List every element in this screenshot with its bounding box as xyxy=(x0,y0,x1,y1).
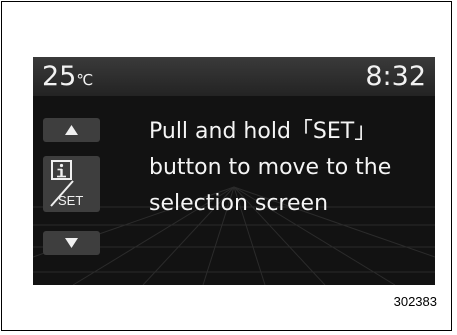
temperature-value: 25 xyxy=(42,61,77,92)
figure-number: 302383 xyxy=(393,294,437,309)
info-set-button[interactable]: SET xyxy=(43,156,100,212)
figure-frame: 25℃ 8:32 SET Pull and hold「SET」 button t… xyxy=(1,1,452,331)
scroll-up-button[interactable] xyxy=(43,118,100,142)
triangle-up-icon xyxy=(65,125,78,135)
info-set-icon: SET xyxy=(50,160,83,208)
info-button-label: SET xyxy=(58,193,83,208)
outside-temperature: 25℃ xyxy=(42,61,93,96)
status-bar: 25℃ 8:32 xyxy=(33,57,435,96)
instruction-message: Pull and hold「SET」 button to move to the… xyxy=(149,119,392,216)
scroll-down-button[interactable] xyxy=(43,231,100,255)
display-screen: 25℃ 8:32 SET Pull and hold「SET」 button t… xyxy=(33,57,435,285)
triangle-down-icon xyxy=(65,238,78,248)
clock: 8:32 xyxy=(365,61,426,92)
temperature-unit: ℃ xyxy=(76,71,94,89)
